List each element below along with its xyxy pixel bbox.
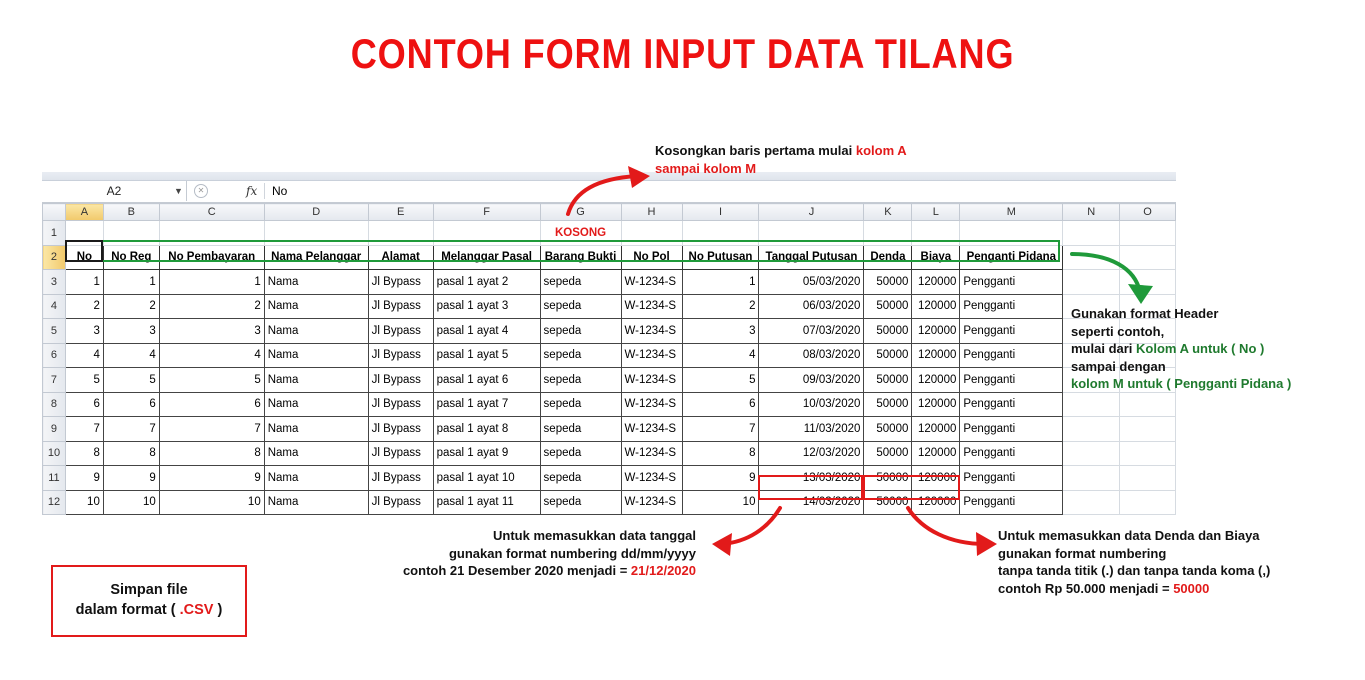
note-highlight: Kolom A untuk ( No ) <box>1136 341 1265 356</box>
note-highlight: sampai kolom M <box>655 160 757 176</box>
note-text: sampai dengan <box>1071 358 1166 374</box>
arrow-to-denda <box>906 506 987 546</box>
note-text: tanpa tanda titik (.) dan tanpa tanda ko… <box>998 563 1271 578</box>
note-text: Untuk memasukkan data tanggal <box>493 528 696 543</box>
note-text: Untuk memasukkan data Denda dan Biaya <box>998 528 1260 543</box>
arrow-to-row1 <box>566 174 640 216</box>
note-text: gunakan format numbering <box>998 545 1167 561</box>
note-denda-format: Untuk memasukkan data Denda dan Biaya gu… <box>998 527 1270 597</box>
note-text: gunakan format numbering dd/mm/yyyy <box>448 545 696 561</box>
arrowhead-left-icon <box>712 533 732 556</box>
arrowhead-down-icon <box>1128 284 1153 304</box>
note-highlight: 50000 <box>1173 580 1210 596</box>
note-text: Kosongkan baris pertama mulai <box>655 143 856 158</box>
note-text: ) <box>213 602 223 618</box>
save-csv-note: Simpan file dalam format ( .CSV ) <box>51 565 247 637</box>
arrowhead-right-icon <box>976 532 997 556</box>
arrowhead-right-icon <box>628 166 650 188</box>
note-text: seperti contoh, <box>1071 323 1165 339</box>
note-text: contoh Rp 50.000 menjadi = <box>998 580 1174 596</box>
note-empty-row: Kosongkan baris pertama mulai kolom A sa… <box>655 142 907 177</box>
note-highlight: 21/12/2020 <box>630 563 696 578</box>
note-highlight: kolom M untuk ( Pengganti Pidana ) <box>1071 376 1292 391</box>
note-text: Gunakan format Header <box>1071 306 1219 321</box>
note-highlight: kolom A <box>855 143 907 158</box>
note-date-format: Untuk memasukkan data tanggal gunakan fo… <box>356 527 696 580</box>
note-text: Simpan file <box>110 582 188 598</box>
note-header-format: Gunakan format Header seperti contoh, mu… <box>1071 305 1291 393</box>
note-text: dalam format ( <box>75 602 180 618</box>
note-highlight: .CSV <box>179 602 214 618</box>
note-text: mulai dari <box>1071 341 1137 356</box>
note-text: contoh 21 Desember 2020 menjadi = <box>402 563 631 578</box>
